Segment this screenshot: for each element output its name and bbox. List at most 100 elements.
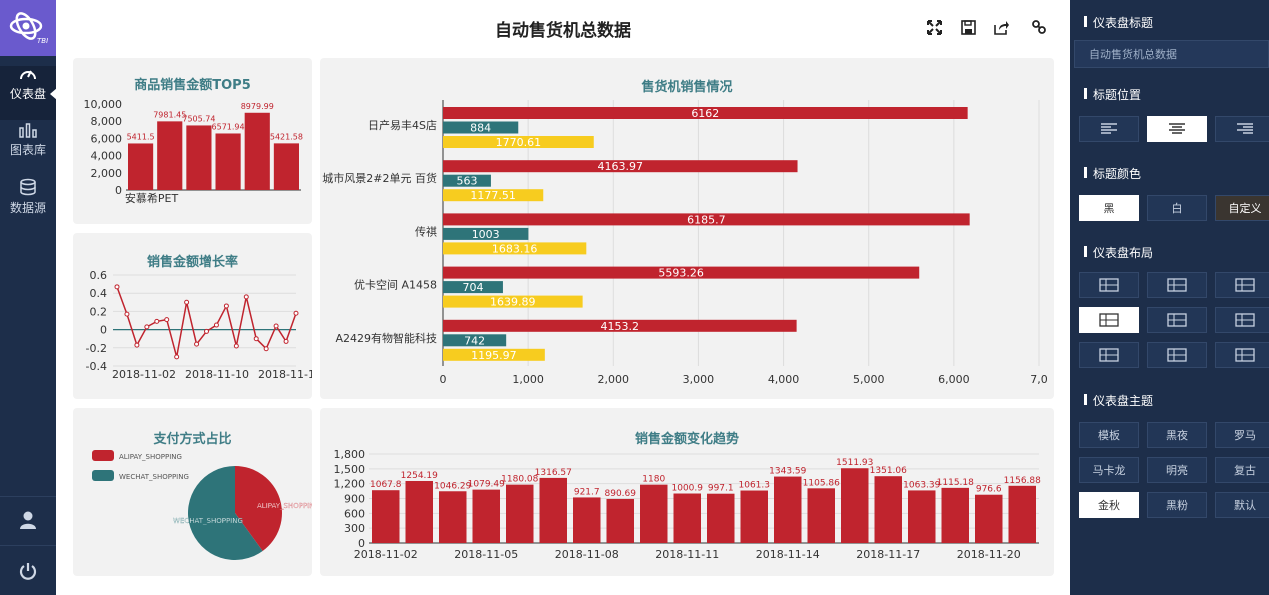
theme-option[interactable]: 黑夜: [1147, 422, 1207, 448]
x-tick-label: 5,000: [853, 373, 885, 386]
data-label: 1105.86: [803, 478, 840, 488]
trend-bar-chart: 1,8001,5001,20090060030001067.81254.1910…: [334, 448, 1042, 561]
bar: [774, 476, 802, 543]
layout-section-label: 仪表盘布局: [1084, 244, 1153, 261]
title-color-white-button[interactable]: 白: [1147, 195, 1207, 221]
layout-option-sidebar-both[interactable]: [1079, 272, 1139, 298]
dashboard-title: 自动售货机总数据: [495, 21, 631, 41]
share-icon[interactable]: [992, 16, 1012, 38]
theme-option[interactable]: 罗马: [1215, 422, 1269, 448]
data-label: 1683.16: [492, 242, 538, 255]
layout-option-single[interactable]: [1215, 342, 1269, 368]
logo-text: TBI: [37, 37, 48, 45]
y-tick-label: 4,000: [91, 150, 123, 163]
bar: [273, 143, 299, 190]
data-point: [144, 324, 150, 330]
bar: [807, 488, 835, 543]
layout-grid-left-icon: [1099, 348, 1119, 362]
link-icon[interactable]: [1029, 16, 1049, 38]
data-label: 5421.58: [270, 132, 303, 141]
layout-option-grid-2x3[interactable]: [1215, 272, 1269, 298]
bar: [244, 112, 270, 190]
nav-item-dashboard[interactable]: 仪表盘: [0, 66, 56, 120]
layout-option-grid-3col[interactable]: [1147, 272, 1207, 298]
theme-option[interactable]: 复古: [1215, 457, 1269, 483]
x-tick-label: 2018-11-18: [258, 368, 312, 381]
bar: [472, 489, 500, 543]
data-point: [204, 328, 209, 334]
atom-logo-icon: TBI: [9, 12, 48, 45]
growth-line-chart: 0.6 0.4 0.2 0 -0.2 -0.4 2018-11-02 2018-11-10 20…: [86, 269, 312, 381]
y-tick-label: 300: [344, 522, 365, 535]
theme-option[interactable]: 明亮: [1147, 457, 1207, 483]
data-label: 6162: [691, 107, 719, 120]
y-tick-label: 600: [344, 507, 365, 520]
save-icon[interactable]: [958, 16, 978, 38]
left-nav: TBI 仪表盘 图表库 数据源: [0, 0, 57, 595]
nav-item-datasource[interactable]: 数据源: [0, 178, 56, 232]
legend-swatch: [92, 470, 114, 481]
theme-option[interactable]: 黑粉: [1147, 492, 1207, 518]
data-label: 884: [470, 122, 491, 135]
bar: [439, 491, 467, 543]
power-icon[interactable]: [18, 561, 38, 584]
x-tick-label: 2018-11-17: [856, 548, 920, 561]
bar: [640, 484, 668, 543]
data-point: [114, 284, 120, 290]
data-label: 1063.39: [903, 480, 940, 490]
align-left-button[interactable]: [1079, 116, 1139, 142]
layout-option-panel-right[interactable]: [1147, 342, 1207, 368]
legend-label: WECHAT_SHOPPING: [119, 473, 189, 481]
theme-option[interactable]: 马卡龙: [1079, 457, 1139, 483]
theme-option[interactable]: 金秋: [1079, 492, 1139, 518]
data-point: [223, 303, 229, 309]
x-tick-label: 6,000: [938, 373, 970, 386]
theme-option[interactable]: 默认: [1215, 492, 1269, 518]
title-color-black-button[interactable]: 黑: [1079, 195, 1139, 221]
align-right-button[interactable]: [1215, 116, 1269, 142]
layout-option-sidebar-left[interactable]: [1079, 307, 1139, 333]
data-label: 1067.8: [370, 480, 402, 490]
data-label: 563: [456, 175, 477, 188]
layout-option-split-mid[interactable]: [1147, 307, 1207, 333]
growth-rate-card: 销售金额增长率 0.6 0.4 0.2 0 -0.2 -0.4 2018-11-02 2018…: [73, 233, 312, 399]
x-tick-label: 2018-11-11: [655, 548, 719, 561]
fullscreen-icon[interactable]: [924, 16, 944, 38]
title-input[interactable]: 自动售货机总数据: [1074, 40, 1269, 68]
data-label: 1316.57: [535, 468, 572, 478]
title-color-custom-button[interactable]: 自定义: [1215, 195, 1269, 221]
bar: [740, 490, 768, 543]
data-label: 1195.97: [471, 349, 517, 362]
theme-option[interactable]: 模板: [1079, 422, 1139, 448]
data-label: 6571.94: [212, 122, 245, 131]
nav-label-dashboard: 仪表盘: [9, 87, 46, 101]
y-tick-label: A2429有物智能科技: [335, 331, 437, 345]
y-tick-label: -0.2: [86, 342, 107, 355]
y-tick-label: 0: [115, 184, 122, 197]
vending-sales-card: 售货机销售情况 0 1,000 2,000 3,000 4,000 5,000 6,000 7…: [320, 58, 1054, 399]
nav-item-chart-library[interactable]: 图表库: [0, 122, 56, 176]
vending-hbar-chart: 0 1,000 2,000 3,000 4,000 5,000 6,000 7,0 日产易丰4S…: [322, 100, 1048, 386]
data-label: 1254.19: [401, 471, 438, 481]
layout-footer-row-icon: [1235, 313, 1255, 327]
bar: [975, 494, 1003, 543]
settings-panel: 仪表盘标题 自动售货机总数据 标题位置 标题颜色 黑 白 自定义 仪表盘布局 仪…: [1070, 0, 1269, 595]
layout-option-grid-left[interactable]: [1079, 342, 1139, 368]
layout-grid-3col-icon: [1167, 278, 1187, 292]
layout-option-footer-row[interactable]: [1215, 307, 1269, 333]
data-label: 1115.18: [937, 478, 974, 488]
align-center-icon: [1169, 123, 1185, 134]
y-tick-label: 日产易丰4S店: [368, 118, 437, 132]
layout-sidebar-left-icon: [1099, 313, 1119, 327]
user-icon[interactable]: [18, 510, 38, 533]
x-tick-label: 2018-11-02: [354, 548, 418, 561]
data-point: [213, 322, 219, 328]
align-center-button[interactable]: [1147, 116, 1207, 142]
y-tick-label: 6,000: [91, 132, 123, 145]
app-logo[interactable]: TBI: [0, 0, 56, 56]
data-point: [283, 338, 289, 344]
bar: [128, 143, 154, 190]
data-point: [174, 354, 180, 360]
top5-sales-card: 商品销售金额TOP5 10,000 8,000 6,000 4,000 2,000 0 54…: [73, 58, 312, 224]
y-tick-label: 10,000: [84, 98, 123, 111]
